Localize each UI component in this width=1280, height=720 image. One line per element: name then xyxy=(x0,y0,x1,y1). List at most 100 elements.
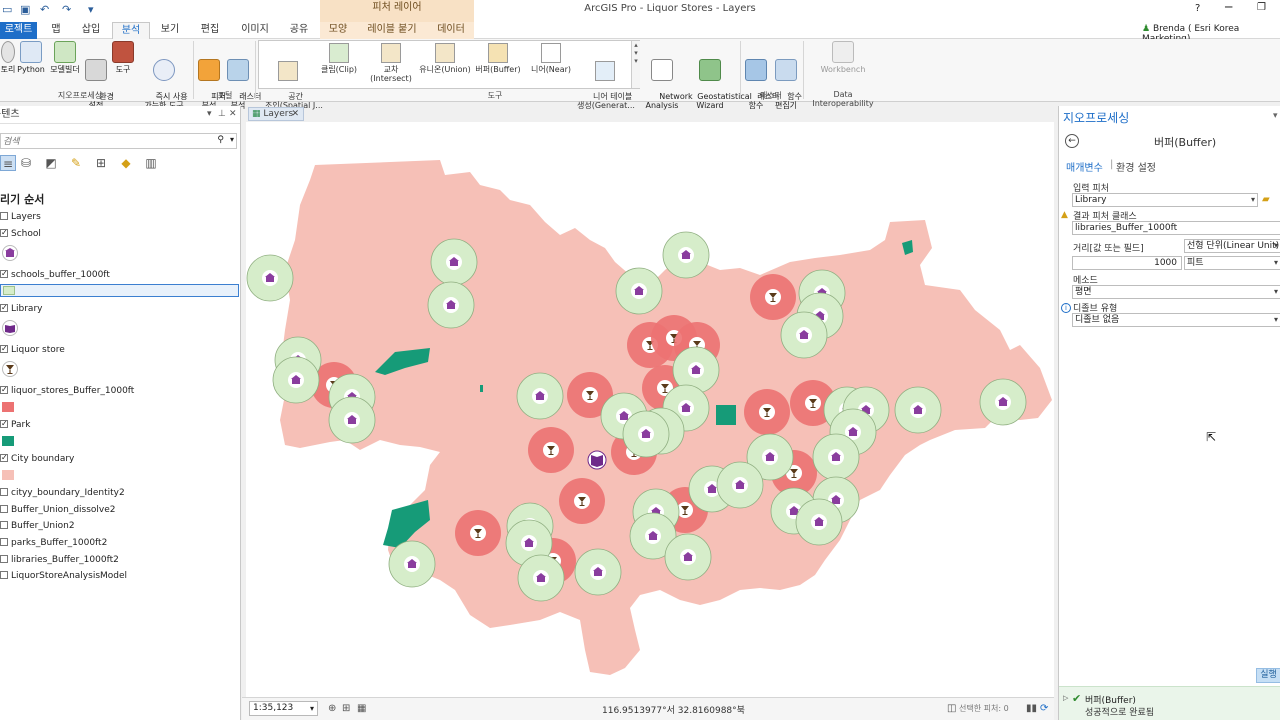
liquor-store-marker[interactable] xyxy=(759,404,775,420)
workbench-button[interactable]: Workbench xyxy=(810,41,876,74)
input-features-select[interactable]: Library xyxy=(1072,193,1258,207)
layer-checkbox[interactable] xyxy=(0,226,8,240)
layer-checkbox[interactable] xyxy=(0,417,8,431)
layer-row-park[interactable]: Park xyxy=(0,417,30,432)
layer-row-parks-buffer[interactable]: parks_Buffer_1000ft2 xyxy=(0,536,107,550)
library-marker[interactable] xyxy=(587,450,607,470)
layer-row-school[interactable]: School xyxy=(0,226,41,241)
distance-unit-select[interactable]: 피트 xyxy=(1184,256,1280,270)
layer-checkbox[interactable] xyxy=(0,555,8,563)
liquor-store-marker[interactable] xyxy=(574,493,590,509)
table-icon[interactable]: ▦ xyxy=(357,703,366,714)
tab-insert[interactable]: 삽입 xyxy=(76,22,106,39)
school-marker[interactable] xyxy=(446,254,462,270)
tools-button[interactable]: 도구 xyxy=(110,41,136,74)
liquor-store-marker[interactable] xyxy=(470,525,486,541)
zoom-extent-icon[interactable]: ⊕ xyxy=(328,703,336,714)
layer-checkbox[interactable] xyxy=(0,212,8,220)
tab-analysis[interactable]: 분석 xyxy=(112,22,150,39)
refresh-icon[interactable]: ⟳ xyxy=(1040,703,1048,714)
charts-icon[interactable]: ▥ xyxy=(143,155,159,171)
school-marker[interactable] xyxy=(443,297,459,313)
layer-checkbox[interactable] xyxy=(0,383,8,397)
school-marker[interactable] xyxy=(521,535,537,551)
info-icon[interactable]: i xyxy=(1061,303,1071,313)
school-marker[interactable] xyxy=(631,283,647,299)
layer-row-liquor-store[interactable]: Liquor store xyxy=(0,342,65,357)
tab-parameters[interactable]: 매개변수 xyxy=(1066,159,1103,174)
layer-row-schools-buffer[interactable]: schools_buffer_1000ft xyxy=(0,267,110,282)
school-marker[interactable] xyxy=(796,327,812,343)
tab-view[interactable]: 보기 xyxy=(155,22,185,39)
method-select[interactable]: 평면 xyxy=(1072,285,1280,299)
back-button[interactable]: ← xyxy=(1065,134,1079,148)
layer-checkbox[interactable] xyxy=(0,538,8,546)
tab-data[interactable]: 데이터 xyxy=(428,22,474,39)
pane-menu-icon[interactable]: ▾ xyxy=(1273,111,1278,121)
school-marker[interactable] xyxy=(688,362,704,378)
gallery-scroll[interactable]: ▴ ▾ ▾ xyxy=(631,41,640,88)
school-marker[interactable] xyxy=(288,372,304,388)
pin-icon[interactable]: ⊥ xyxy=(218,106,226,123)
function-editor-button[interactable]: 함수 편집기 xyxy=(772,41,802,119)
labeling-icon[interactable]: ◆ xyxy=(118,155,134,171)
school-marker[interactable] xyxy=(910,402,926,418)
layer-checkbox[interactable] xyxy=(0,505,8,513)
network-analysis-button[interactable]: Network Analysis xyxy=(644,41,693,119)
scale-select[interactable]: 1:35,123 ▾ xyxy=(249,701,318,716)
school-marker[interactable] xyxy=(533,570,549,586)
tab-share[interactable]: 공유 xyxy=(284,22,314,39)
tab-appearance[interactable]: 모양 xyxy=(320,22,356,39)
geostatistical-wizard-button[interactable]: Geostatistical Wizard xyxy=(682,41,752,119)
school-marker[interactable] xyxy=(645,528,661,544)
layer-row-model[interactable]: LiquorStoreAnalysisModel xyxy=(0,569,127,583)
layer-checkbox[interactable] xyxy=(0,267,8,281)
search-input[interactable] xyxy=(1,135,211,149)
result-message[interactable]: ▷ ✔ 버퍼(Buffer) 성공적으로 완료됨 xyxy=(1059,686,1280,720)
redo-icon[interactable]: ↷ xyxy=(62,3,71,16)
run-button[interactable]: 실행 xyxy=(1256,668,1280,683)
layer-row-liquor-buffer[interactable]: liquor_stores_Buffer_1000ft xyxy=(0,383,134,398)
close-icon[interactable]: ✕ xyxy=(229,106,237,123)
save-icon[interactable]: ▣ xyxy=(20,3,30,16)
search-icon[interactable]: ⚲ xyxy=(217,135,224,145)
liquor-store-marker[interactable] xyxy=(543,442,559,458)
map-view-tab[interactable]: ▦ Layers ✕ xyxy=(248,107,304,121)
school-marker[interactable] xyxy=(678,400,694,416)
layer-row-city-boundary[interactable]: City boundary xyxy=(0,451,74,466)
layer-checkbox[interactable] xyxy=(0,342,8,356)
folder-icon[interactable]: ▰ xyxy=(1262,194,1270,205)
layer-checkbox[interactable] xyxy=(0,301,8,315)
distance-value-input[interactable]: 1000 xyxy=(1072,256,1182,270)
customize-icon[interactable]: ▾ xyxy=(88,3,94,16)
school-marker[interactable] xyxy=(590,564,606,580)
map-view[interactable] xyxy=(246,122,1054,697)
school-marker[interactable] xyxy=(532,388,548,404)
layer-row-union[interactable]: Buffer_Union2 xyxy=(0,519,75,533)
modelbuilder-button[interactable]: 모델빌더 xyxy=(48,41,82,74)
maximize-button[interactable]: ❐ xyxy=(1257,2,1266,13)
gallery-intersect[interactable]: 교차(Intersect) xyxy=(363,43,419,83)
selected-symbol-row[interactable] xyxy=(0,284,239,297)
open-icon[interactable]: ▭ xyxy=(2,3,12,16)
school-marker[interactable] xyxy=(262,270,278,286)
undo-icon[interactable]: ↶ xyxy=(40,3,49,16)
layer-checkbox[interactable] xyxy=(0,488,8,496)
pause-icon[interactable]: ▮▮ xyxy=(1026,703,1037,714)
expand-icon[interactable]: ▷ xyxy=(1063,694,1068,702)
grid-icon[interactable]: ⊞ xyxy=(342,703,350,714)
gallery-buffer[interactable]: 버퍼(Buffer) xyxy=(473,43,523,74)
search-options-icon[interactable]: ▾ xyxy=(230,135,234,144)
drawing-order-icon[interactable]: ≡ xyxy=(0,155,16,171)
school-marker[interactable] xyxy=(732,477,748,493)
liquor-store-marker[interactable] xyxy=(765,289,781,305)
liquor-store-marker[interactable] xyxy=(805,395,821,411)
python-button[interactable]: Python xyxy=(16,41,46,74)
editing-icon[interactable]: ✎ xyxy=(68,155,84,171)
school-marker[interactable] xyxy=(762,449,778,465)
layer-row-map[interactable]: Layers xyxy=(0,210,41,224)
layer-checkbox[interactable] xyxy=(0,451,8,465)
snapping-icon[interactable]: ⊞ xyxy=(93,155,109,171)
minimize-button[interactable]: ─ xyxy=(1225,0,1232,14)
gallery-clip[interactable]: 클립(Clip) xyxy=(317,43,361,74)
